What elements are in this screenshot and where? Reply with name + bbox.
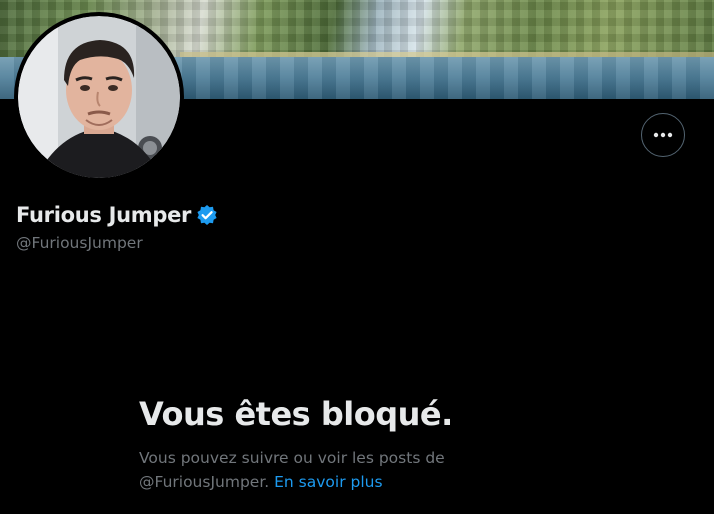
- verified-badge-icon[interactable]: [196, 204, 218, 226]
- more-options-button[interactable]: [641, 113, 685, 157]
- avatar-photo: [18, 16, 180, 178]
- profile-handle: @FuriousJumper: [16, 234, 143, 252]
- blocked-title: Vous êtes bloqué.: [139, 395, 453, 433]
- blocked-description-text: Vous pouvez suivre ou voir les posts de: [139, 449, 445, 467]
- more-horizontal-icon: [653, 132, 673, 138]
- profile-page: Furious Jumper @FuriousJumper Vous êtes …: [0, 0, 714, 514]
- profile-display-name: Furious Jumper: [16, 203, 192, 227]
- profile-name-row: Furious Jumper: [16, 200, 218, 230]
- blocked-description-handle: @FuriousJumper.: [139, 473, 270, 491]
- blocked-description: Vous pouvez suivre ou voir les posts de …: [139, 446, 579, 494]
- profile-avatar[interactable]: [14, 12, 184, 182]
- learn-more-link[interactable]: En savoir plus: [274, 473, 382, 491]
- blocked-notice: Vous êtes bloqué. Vous pouvez suivre ou …: [139, 392, 579, 494]
